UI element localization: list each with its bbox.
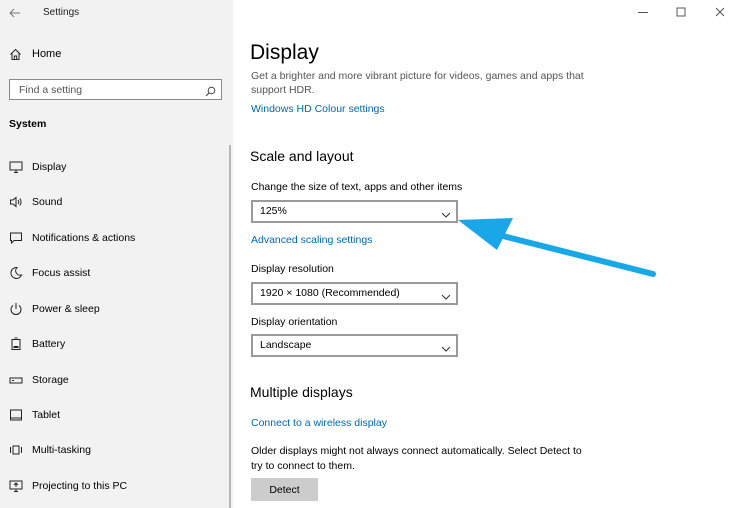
sidebar-item-power-sleep[interactable]: Power & sleep <box>0 295 233 323</box>
hdr-colour-settings-link[interactable]: Windows HD Colour settings <box>251 103 385 115</box>
message-icon <box>9 231 23 245</box>
sidebar-item-label: Focus assist <box>32 267 91 279</box>
search-icon[interactable] <box>205 84 216 97</box>
sidebar-item-projecting[interactable]: Projecting to this PC <box>0 472 233 500</box>
sidebar-item-focus-assist[interactable]: Focus assist <box>0 259 233 287</box>
sidebar-item-label: Notifications & actions <box>32 232 136 244</box>
sidebar-item-label: Tablet <box>32 409 61 421</box>
resolution-label: Display resolution <box>251 263 334 275</box>
sidebar-item-label: Power & sleep <box>32 303 100 315</box>
scale-layout-heading: Scale and layout <box>250 148 354 164</box>
resolution-dropdown-value: 1920 × 1080 (Recommended) <box>260 287 400 299</box>
orientation-dropdown-value: Landscape <box>260 339 312 351</box>
storage-icon <box>9 373 23 387</box>
detect-button[interactable]: Detect <box>251 478 318 501</box>
sidebar-item-label: Multi-tasking <box>32 444 91 456</box>
sidebar-item-battery[interactable]: Battery <box>0 330 233 358</box>
sidebar-scrollbar[interactable] <box>229 145 231 508</box>
wireless-display-link[interactable]: Connect to a wireless display <box>251 417 387 429</box>
window-controls <box>630 0 750 26</box>
tablet-icon <box>9 408 23 422</box>
project-icon <box>9 479 23 493</box>
page-title: Display <box>250 41 319 64</box>
scale-dropdown-value: 125% <box>260 205 287 217</box>
search-input[interactable] <box>10 80 196 99</box>
power-icon <box>9 302 23 316</box>
sidebar-item-display[interactable]: Display <box>0 153 233 181</box>
maximize-icon[interactable] <box>674 5 688 19</box>
sidebar-item-home[interactable]: Home <box>0 43 233 67</box>
advanced-scaling-link[interactable]: Advanced scaling settings <box>251 234 372 246</box>
chevron-down-icon <box>441 207 451 218</box>
sidebar-item-label: Storage <box>32 374 69 386</box>
sidebar-item-label: Display <box>32 161 67 173</box>
sidebar-item-notifications[interactable]: Notifications & actions <box>0 224 233 252</box>
sidebar: Settings Home System Display Sound Notif… <box>0 0 233 508</box>
moon-icon <box>9 266 23 280</box>
minimize-icon[interactable] <box>636 5 650 19</box>
chevron-down-icon <box>441 289 451 300</box>
sidebar-item-multitasking[interactable]: Multi-tasking <box>0 436 233 464</box>
battery-icon <box>9 337 23 351</box>
close-icon[interactable] <box>713 5 727 19</box>
annotation-arrow-icon <box>458 218 656 277</box>
multitask-icon <box>9 443 23 457</box>
sidebar-item-sound[interactable]: Sound <box>0 188 233 216</box>
detect-note: Older displays might not always connect … <box>251 445 582 472</box>
chevron-down-icon <box>441 341 451 352</box>
back-arrow-icon[interactable] <box>6 4 24 22</box>
app-title: Settings <box>43 7 80 18</box>
multiple-displays-heading: Multiple displays <box>250 384 353 400</box>
title-bar: Settings <box>0 0 233 26</box>
section-title: System <box>9 118 47 130</box>
home-icon <box>9 48 22 61</box>
sidebar-item-storage[interactable]: Storage <box>0 366 233 394</box>
sidebar-item-label: Battery <box>32 338 66 350</box>
page-description: Get a brighter and more vibrant picture … <box>251 70 584 96</box>
text-size-label: Change the size of text, apps and other … <box>251 181 463 193</box>
sidebar-item-label: Projecting to this PC <box>32 480 128 492</box>
sidebar-item-label: Home <box>32 48 62 60</box>
orientation-dropdown[interactable]: Landscape <box>251 334 458 357</box>
orientation-label: Display orientation <box>251 316 338 328</box>
scale-dropdown[interactable]: 125% <box>251 200 458 223</box>
speaker-icon <box>9 195 23 209</box>
search-box <box>9 79 222 100</box>
resolution-dropdown[interactable]: 1920 × 1080 (Recommended) <box>251 282 458 305</box>
monitor-icon <box>9 160 23 174</box>
sidebar-item-tablet[interactable]: Tablet <box>0 401 233 429</box>
sidebar-item-label: Sound <box>32 196 63 208</box>
